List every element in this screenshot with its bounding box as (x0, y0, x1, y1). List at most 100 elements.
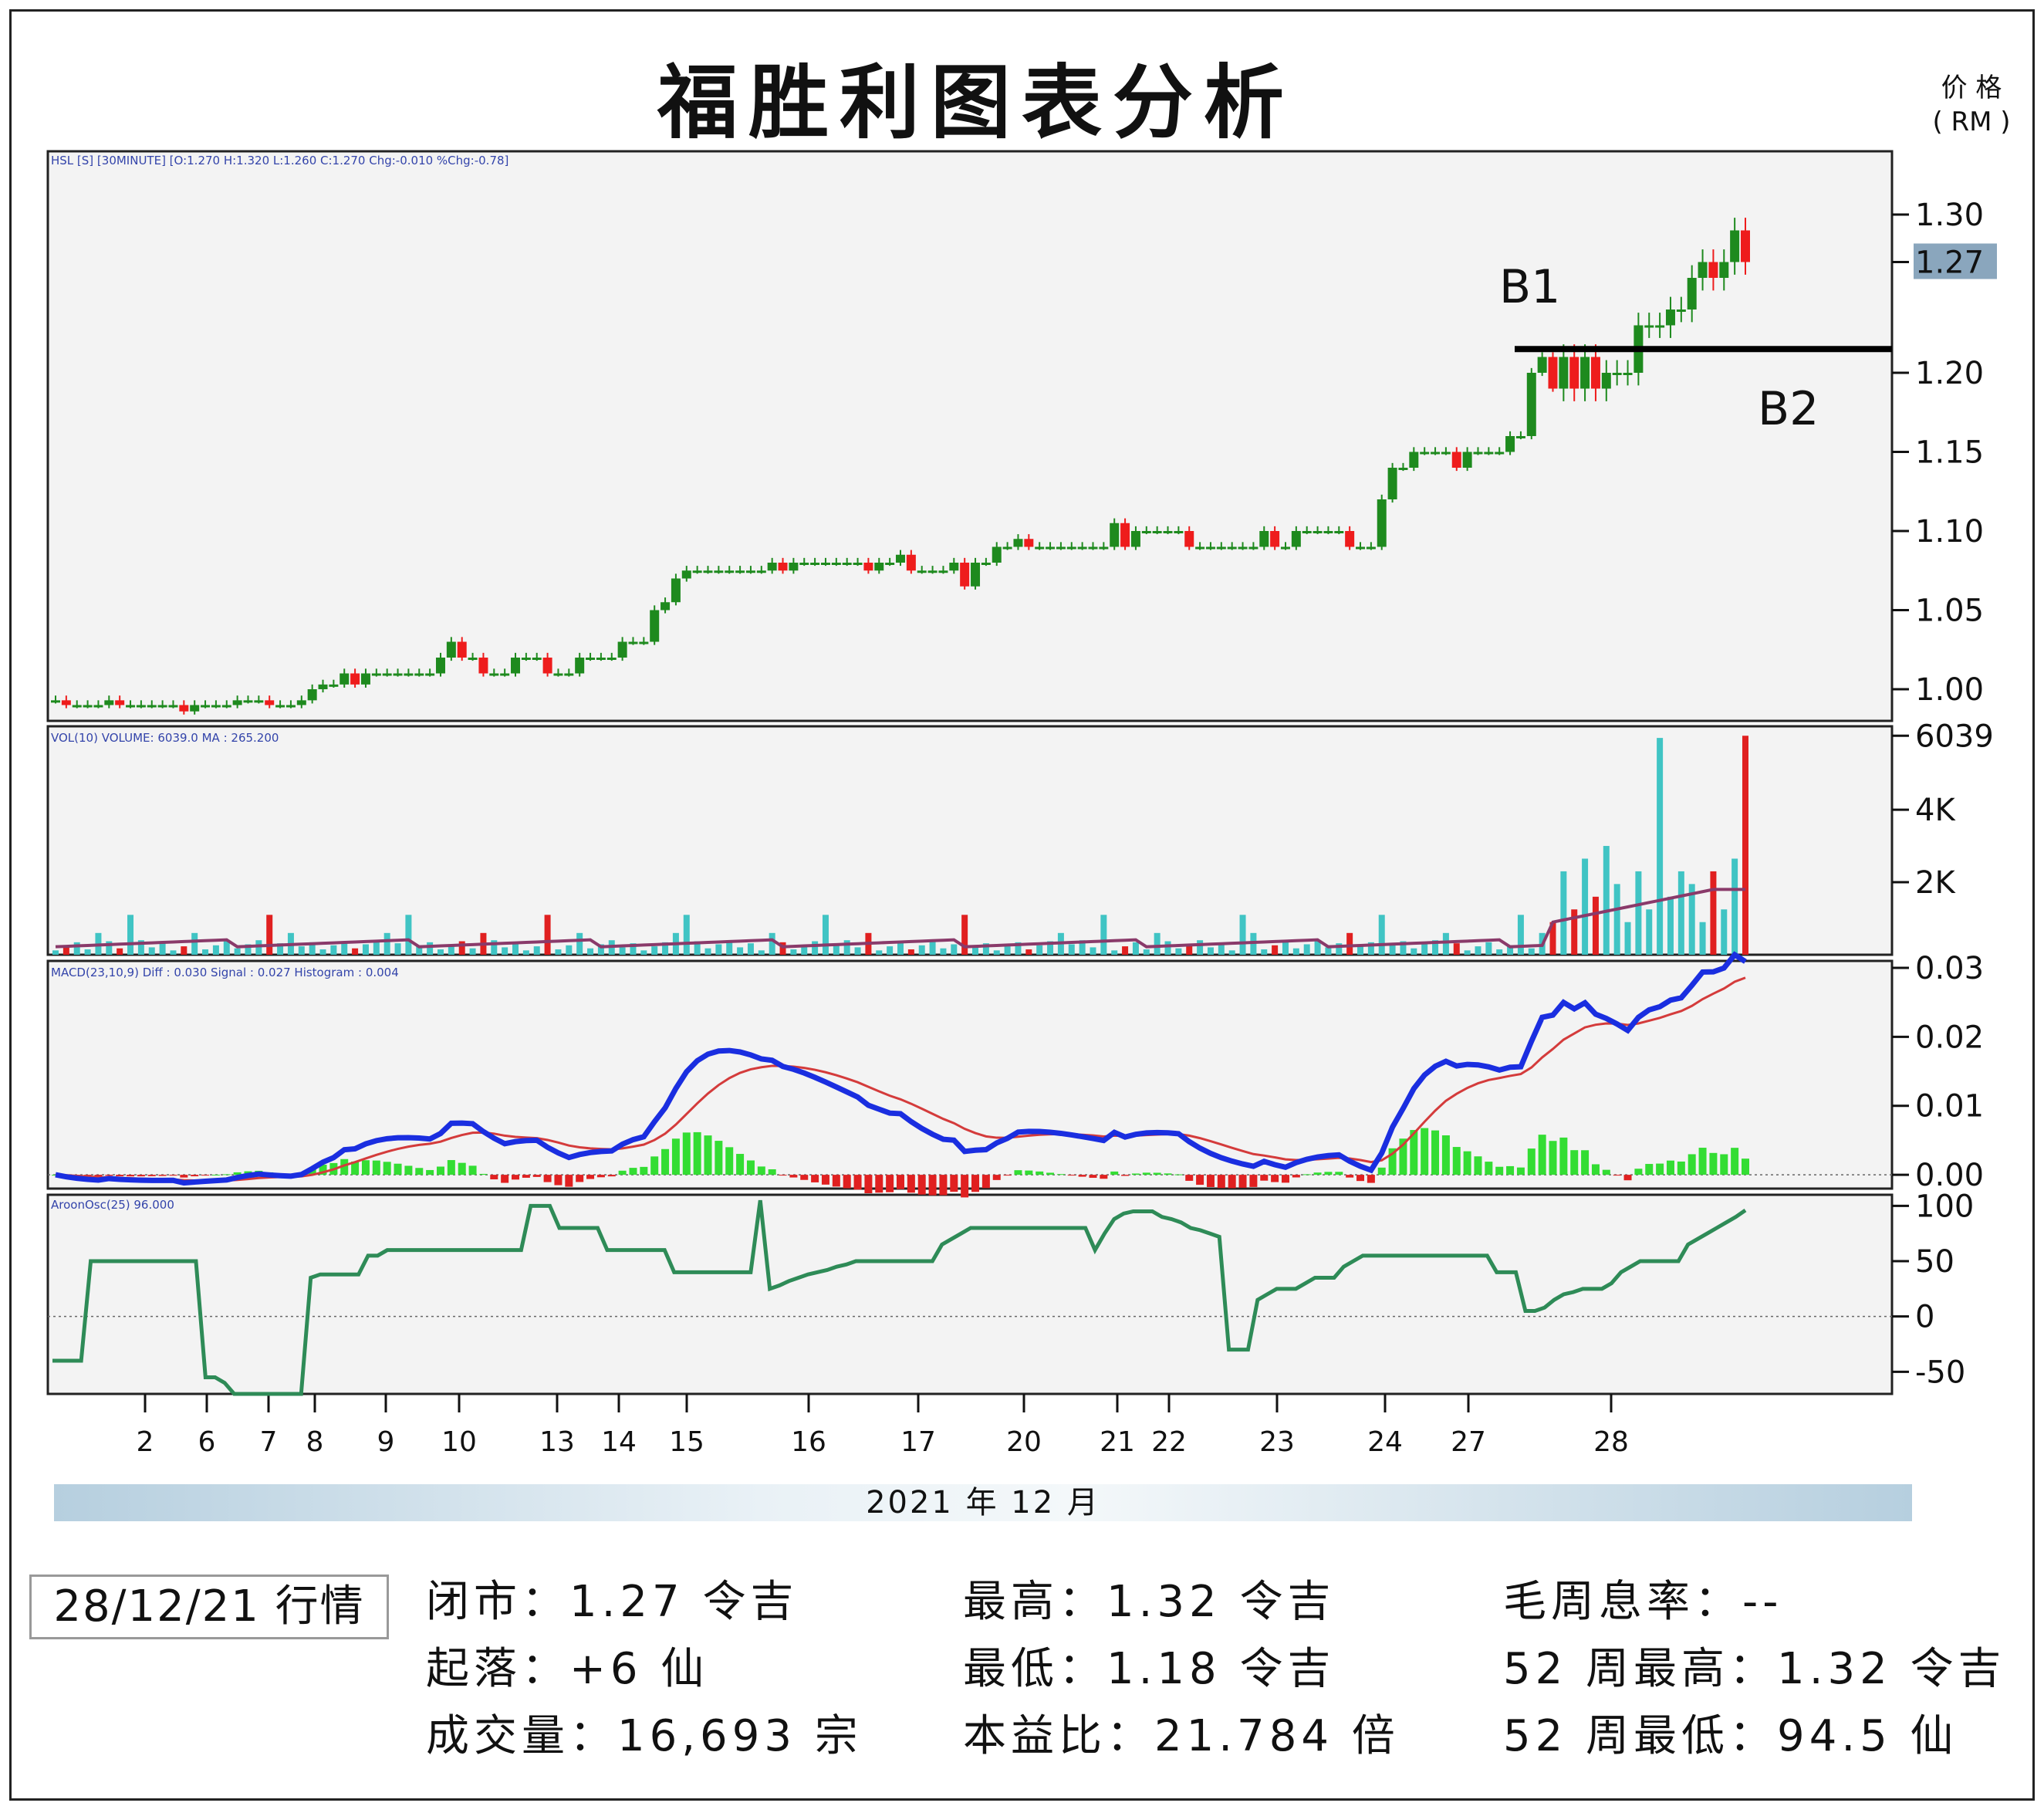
macd-histogram-bar (928, 1175, 937, 1196)
volume-bar (394, 943, 401, 955)
volume-bar (223, 941, 230, 955)
macd-histogram-bar (1688, 1154, 1696, 1175)
candle (1644, 325, 1654, 328)
stat-yield: 毛周息率：-- (1503, 1577, 1783, 1627)
macd-histogram-bar (1452, 1147, 1461, 1175)
candle (842, 563, 852, 565)
volume-bar (1646, 909, 1653, 955)
candle (1431, 452, 1441, 455)
candle (371, 673, 381, 676)
volume-bar (651, 946, 658, 955)
volume-bar (170, 950, 177, 955)
volume-bar (1090, 947, 1096, 955)
volume-bar (822, 915, 829, 955)
volume-bar (405, 915, 412, 955)
macd-histogram-bar (501, 1175, 509, 1183)
candle (1580, 357, 1590, 389)
volume-bar (234, 948, 241, 955)
candle (1099, 546, 1109, 550)
macd-histogram-bar (917, 1175, 926, 1195)
volume-bar (1143, 949, 1150, 955)
macd-histogram-bar (415, 1168, 424, 1175)
macd-histogram-bar (180, 1175, 188, 1178)
date-tick-label: 10 (441, 1426, 477, 1458)
candle (1141, 531, 1151, 533)
candle (500, 673, 510, 676)
macd-histogram-bar (394, 1163, 402, 1175)
candle (511, 658, 521, 674)
macd-histogram-bar (1431, 1130, 1440, 1175)
chart-svg: 1.30 1.27 1.20 1.15 1.10 1.05 1.00 2 6 7 8 9 10 13 14 1… (46, 150, 1997, 1458)
volume-bar (1100, 915, 1107, 955)
macd-histogram-bar (1228, 1175, 1236, 1189)
macd-histogram-bar (1698, 1148, 1707, 1175)
candle (1163, 531, 1173, 533)
macd-histogram-bar (821, 1175, 829, 1185)
price-tick-label: 1.20 (1915, 356, 1984, 391)
volume-bar (1517, 915, 1524, 955)
volume-bar (1357, 946, 1364, 955)
candle (1730, 230, 1740, 262)
volume-bar (769, 932, 775, 955)
date-tick-label: 15 (669, 1426, 704, 1458)
macd-histogram-bar (950, 1175, 958, 1192)
macd-histogram-bar (191, 1175, 199, 1177)
stat-low: 最低：1.18 令吉 (963, 1644, 1336, 1694)
volume-bar (362, 944, 369, 955)
candle (1024, 539, 1034, 547)
candle (938, 570, 948, 573)
macd-histogram-bar (1377, 1167, 1386, 1175)
macd-histogram-bar (832, 1175, 840, 1187)
macd-histogram-bar (1046, 1172, 1055, 1175)
macd-histogram-bar (693, 1131, 701, 1175)
macd-histogram-bar (1056, 1174, 1065, 1175)
volume-bar (1624, 922, 1631, 955)
candle (660, 602, 671, 611)
aroon-tick-label: 100 (1915, 1189, 1974, 1224)
candle (1280, 546, 1290, 550)
volume-bar (1742, 736, 1748, 955)
volume-bar (993, 950, 1000, 955)
candle (778, 563, 788, 571)
macd-histogram-bar (1549, 1141, 1557, 1175)
candle (1495, 452, 1505, 455)
macd-histogram-bar (715, 1141, 723, 1175)
volume-bar (566, 945, 573, 955)
macd-tick-label: 0.03 (1915, 951, 1984, 986)
macd-histogram-bar (618, 1170, 627, 1175)
volume-bar (191, 932, 198, 955)
macd-histogram-bar (1666, 1160, 1674, 1175)
stat-close: 闭市：1.27 令吉 (426, 1577, 799, 1627)
macd-histogram-bar (1506, 1165, 1515, 1175)
b2-label: B2 (1758, 382, 1819, 436)
macd-histogram-bar (939, 1175, 948, 1196)
candle (307, 689, 317, 701)
volume-bar (1560, 871, 1567, 955)
macd-tick-label: 0.00 (1915, 1158, 1984, 1193)
candle (425, 673, 435, 676)
volume-bar (790, 949, 797, 955)
volume-bar (972, 947, 979, 955)
macd-histogram-bar (1516, 1167, 1525, 1175)
volume-bar (512, 943, 519, 955)
candle (692, 570, 702, 573)
macd-histogram-bar (426, 1169, 434, 1175)
volume-bar (587, 948, 594, 955)
macd-histogram-bar (532, 1175, 541, 1177)
macd-histogram-bar (1570, 1150, 1579, 1175)
macd-histogram-bar (907, 1175, 915, 1193)
volume-bar (1442, 932, 1449, 955)
volume-bar (1657, 738, 1664, 955)
macd-histogram-bar (543, 1175, 552, 1182)
volume-bar (1635, 871, 1642, 955)
candle (1345, 531, 1355, 547)
date-tick-label: 9 (377, 1426, 395, 1458)
volume-bar (1475, 946, 1481, 955)
volume-bar (1175, 948, 1182, 955)
macd-histogram-bar (468, 1165, 477, 1175)
date-tick-label: 24 (1367, 1426, 1403, 1458)
macd-histogram-bar (1292, 1175, 1300, 1178)
candle (147, 705, 157, 708)
candle (1120, 523, 1130, 547)
volume-bar (1710, 871, 1717, 955)
